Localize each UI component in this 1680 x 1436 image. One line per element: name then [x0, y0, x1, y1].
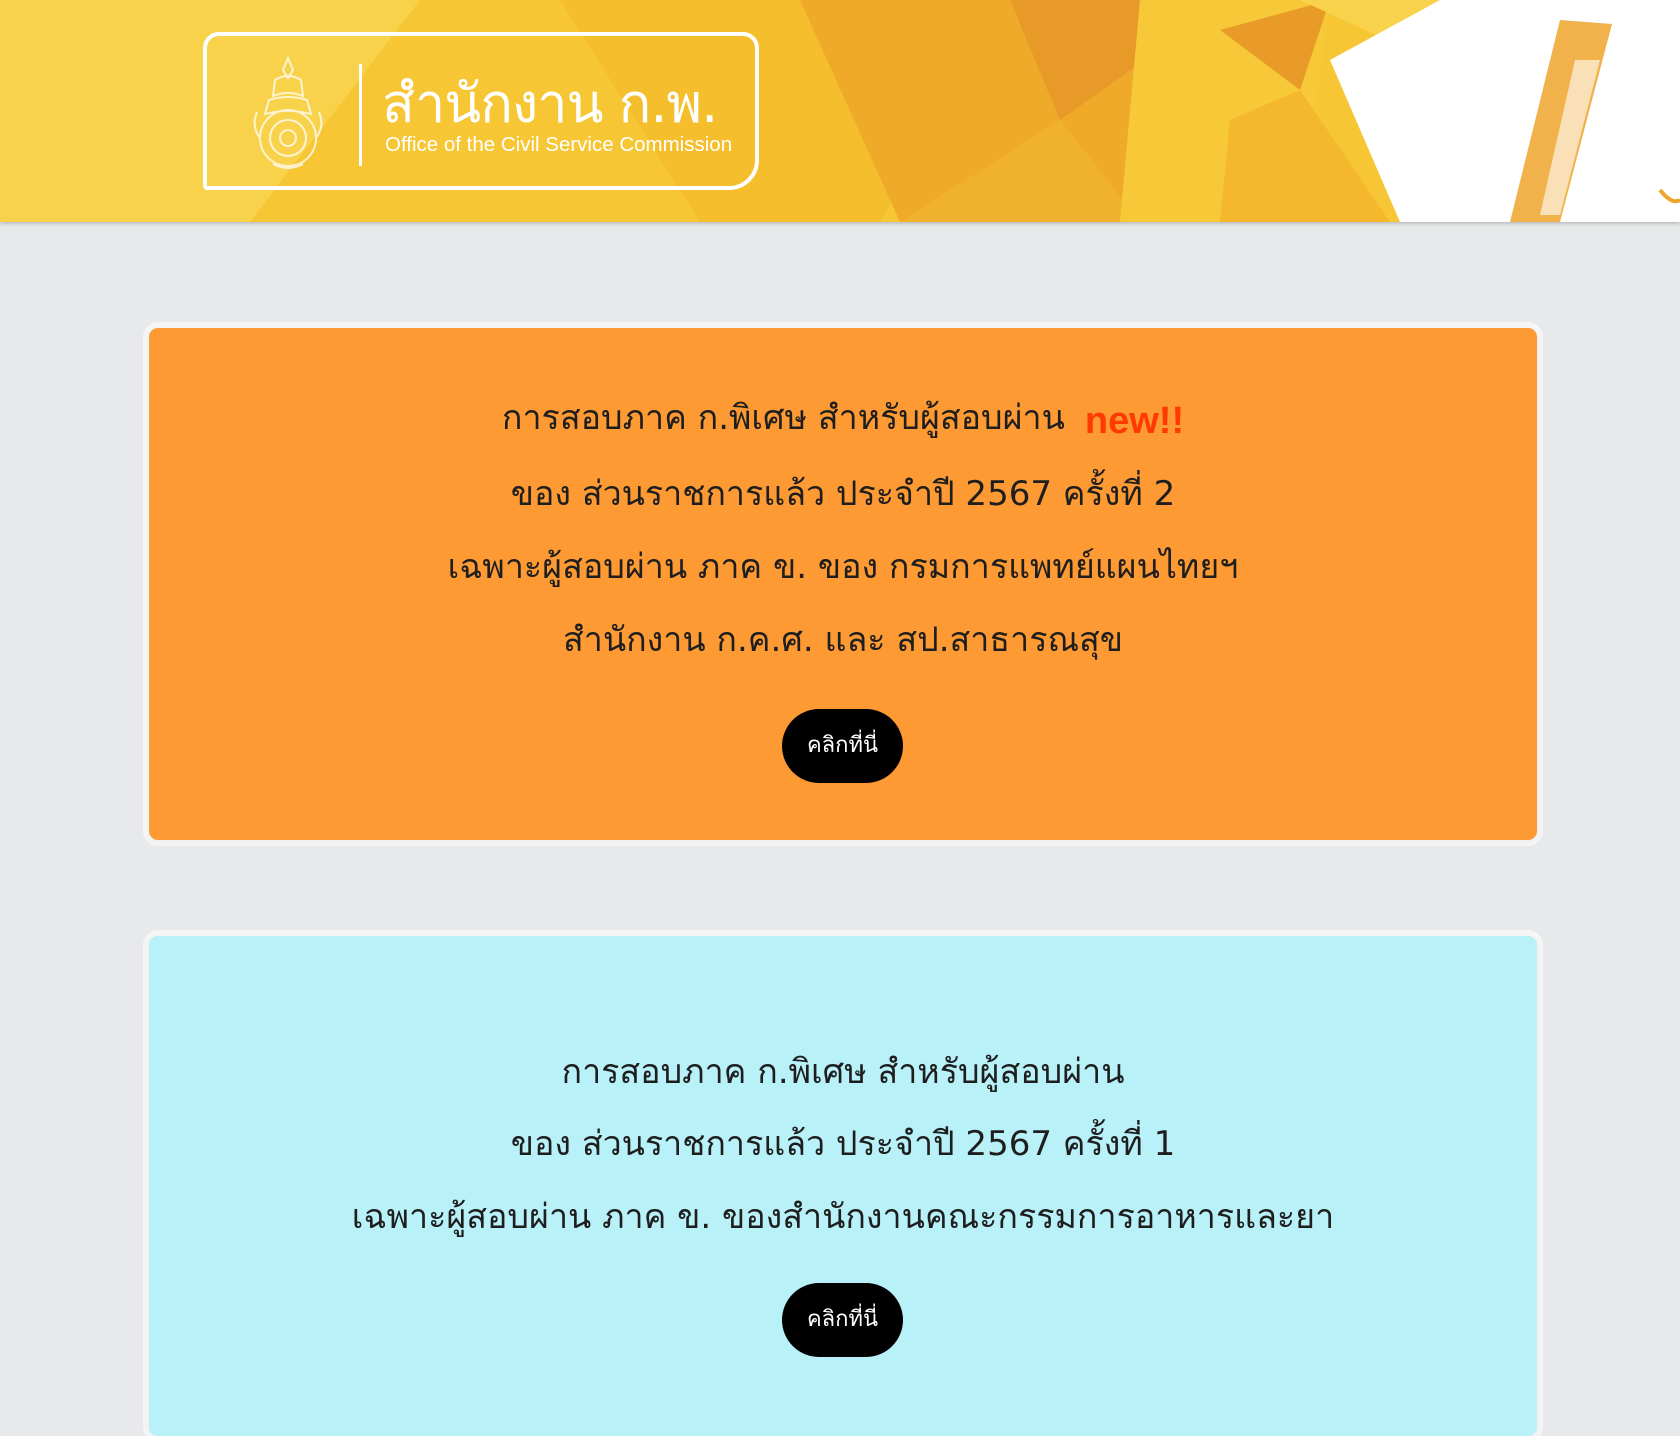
new-badge: new!!: [1084, 400, 1185, 442]
card-line-4: สำนักงาน ก.ค.ศ. และ สป.สาธารณสุข: [562, 620, 1123, 660]
header-banner: สำนักงาน ก.พ. Office of the Civil Servic…: [0, 0, 1680, 222]
logo[interactable]: สำนักงาน ก.พ. Office of the Civil Servic…: [203, 32, 759, 190]
logo-title: สำนักงาน ก.พ.: [382, 72, 718, 135]
card-line-2: ของ ส่วนราชการแล้ว ประจำปี 2567 ครั้งที่…: [510, 1124, 1176, 1164]
click-here-button[interactable]: คลิกที่นี่: [782, 709, 903, 783]
logo-divider: [359, 64, 362, 166]
card-line-text: การสอบภาค ก.พิเศษ สำหรับผู้สอบผ่าน: [501, 398, 1065, 438]
card-line-1: การสอบภาค ก.พิเศษ สำหรับผู้สอบผ่าน: [561, 1052, 1125, 1092]
card-line-3: เฉพาะผู้สอบผ่าน ภาค ข. ของ กรมการแพทย์แผ…: [447, 547, 1239, 587]
announcement-card-round-2: การสอบภาค ก.พิเศษ สำหรับผู้สอบผ่าน new!! …: [149, 328, 1537, 840]
logo-subtitle: Office of the Civil Service Commission: [385, 133, 733, 156]
announcement-card-round-1: การสอบภาค ก.พิเศษ สำหรับผู้สอบผ่าน ของ ส…: [149, 936, 1537, 1436]
card-line-2: ของ ส่วนราชการแล้ว ประจำปี 2567 ครั้งที่…: [510, 474, 1176, 514]
click-here-button[interactable]: คลิกที่นี่: [782, 1283, 903, 1357]
card-line-3: เฉพาะผู้สอบผ่าน ภาค ข. ของสำนักงานคณะกรร…: [351, 1197, 1335, 1237]
ocsc-seal-icon: [253, 56, 323, 169]
card-line-1: การสอบภาค ก.พิเศษ สำหรับผู้สอบผ่าน new!!: [149, 398, 1537, 441]
